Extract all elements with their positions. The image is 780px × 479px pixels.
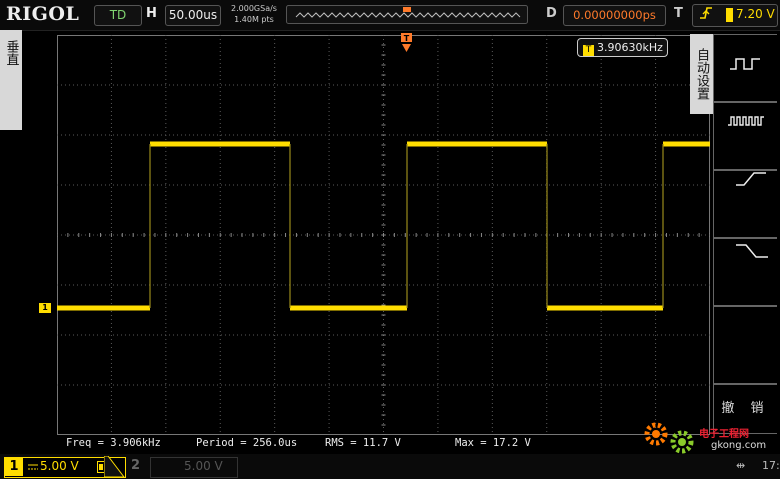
rising-edge-button[interactable] <box>713 170 777 238</box>
trigger-label: T <box>674 6 683 21</box>
ch2-scale: 5.00 V <box>184 459 223 473</box>
trigger-edge-icon <box>699 6 713 24</box>
empty-softkey[interactable] <box>713 306 777 384</box>
memory-depth: 1.40M pts <box>234 15 274 24</box>
memory-overview-strip[interactable] <box>286 5 528 24</box>
delay-label: D <box>546 6 557 21</box>
measurement-frequency: Freq = 3.906kHz <box>66 437 161 449</box>
falling-edge-button[interactable] <box>713 238 777 306</box>
ch1-scale: 5.00 V <box>40 459 79 473</box>
waveform-display[interactable] <box>57 35 710 435</box>
rigol-logo: RIGOL <box>6 3 80 25</box>
trigger-position-marker[interactable]: T <box>400 32 413 54</box>
run-state-indicator[interactable]: TD <box>94 5 142 26</box>
delay-value[interactable]: 0.00000000ps <box>563 5 666 26</box>
trigger-source-tag: T <box>583 45 594 56</box>
ch1-offset-marker[interactable]: 1 <box>39 303 51 313</box>
dc-coupling-icon <box>28 464 38 470</box>
multi-period-button[interactable] <box>713 102 777 170</box>
rising-edge-icon <box>736 172 766 186</box>
single-period-icon <box>730 58 760 70</box>
usb-icon: ⇹ <box>736 459 746 472</box>
measurement-max: Max = 17.2 V <box>455 437 531 449</box>
watermark-text: 电子工程网 <box>699 429 749 440</box>
watermark-url: gkong.com <box>711 440 767 451</box>
ch1-tab-corner <box>104 456 126 478</box>
multi-period-icon <box>728 116 764 126</box>
falling-edge-icon <box>736 244 768 258</box>
timebase-value[interactable]: 50.00us <box>165 5 221 26</box>
autoscale-menu-title: 自动设置 <box>690 34 713 114</box>
single-period-button[interactable] <box>713 34 777 102</box>
svg-text:T: T <box>404 34 410 43</box>
trigger-level: 7.20 V <box>736 7 775 21</box>
measurement-period: Period = 256.0us <box>196 437 298 449</box>
acquisition-info: 2.000GSa/s 1.40M pts <box>226 3 282 25</box>
graticule <box>57 35 710 435</box>
measurement-rms: RMS = 11.7 V <box>325 437 401 449</box>
ch2-number[interactable]: 2 <box>131 458 140 473</box>
sample-rate: 2.000GSa/s <box>231 4 277 13</box>
left-tab-arrow <box>0 100 22 130</box>
ch1-number: 1 <box>5 458 23 476</box>
frequency-counter-value: 3.90630kHz <box>597 41 663 54</box>
frequency-counter: T 3.90630kHz <box>577 38 668 57</box>
gear-watermark-icon <box>644 422 694 454</box>
clock: 17: <box>762 459 780 472</box>
horizontal-label: H <box>146 6 157 21</box>
trigger-source-badge <box>726 8 733 22</box>
